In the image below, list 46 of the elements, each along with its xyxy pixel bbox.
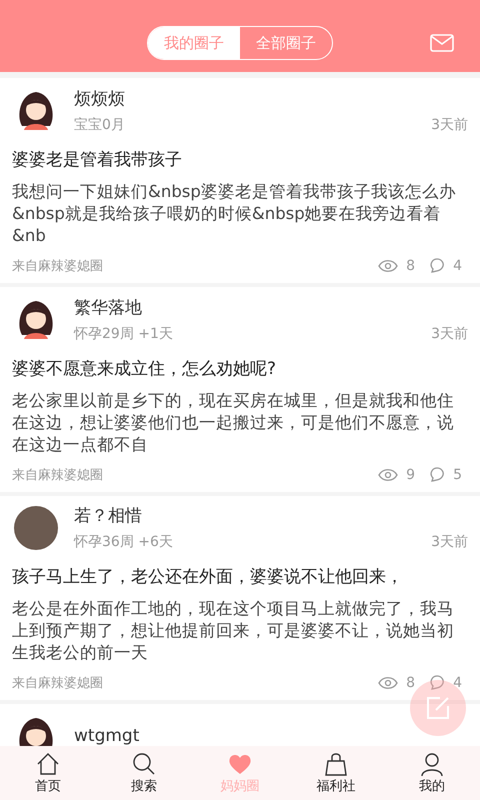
post-title: 婆婆不愿意来成立住，怎么劝她呢? (12, 358, 278, 380)
post-title: 孩子马上生了，老公还在外面，婆婆说不让他回来， (12, 566, 404, 588)
user-name: 繁华落地 (74, 296, 142, 318)
pregnancy-stage: 怀孕29周 +1天 (74, 324, 173, 342)
nav-tab[interactable]: 搜索 (96, 746, 192, 800)
post-body: 我想问一下姐妹们&nbsp婆婆老是管着我带孩子我该怎么办&nbsp就是我给孩子喂奶的时候&nbsp她要在我旁边看着&nb (12, 181, 457, 247)
post-card[interactable]: wtgmgt (0, 704, 480, 746)
user-name: 若？相惜 (74, 505, 142, 527)
user-icon (419, 751, 445, 777)
eye-icon (378, 676, 398, 690)
post-time: 3天前 (431, 324, 468, 342)
nav-tab[interactable]: 我的 (384, 746, 480, 800)
pregnancy-stage: 怀孕36周 +6天 (74, 533, 173, 551)
bag-icon (323, 751, 349, 777)
comment-icon (429, 675, 446, 691)
eye-icon (378, 259, 398, 273)
comment-count: 5 (453, 467, 462, 483)
post-title: 婆婆老是管着我带孩子 (12, 149, 183, 171)
post-source: 来自麻辣婆媳圈 (12, 675, 104, 692)
mail-icon[interactable] (430, 34, 454, 52)
post-body: 老公家里以前是乡下的，现在买房在城里，但是就我和他住在这边，想让婆婆他们也一起搬过来，可是他们不愿意，说在这边一点都不自 (12, 390, 455, 456)
post-time: 3天前 (431, 116, 468, 134)
pregnancy-stage: 宝宝0月 (74, 116, 125, 134)
comment-icon (429, 258, 446, 274)
avatar-photo (14, 506, 58, 550)
comment-count: 4 (453, 675, 462, 691)
view-count: 8 (406, 675, 416, 691)
post-card[interactable]: 繁华落地 怀孕29周 +1天 3天前 婆婆不愿意来成立住，怎么劝她呢? 老公家里以前是乡下的，现在买房在城里，但是就我和他住在这边，想让婆婆他们也一起搬过来，可是他们不愿意，说在这边一点都不自 来自麻辣婆媳圈 9 5 (0, 287, 480, 492)
post-source: 来自麻辣婆媳圈 (12, 467, 104, 484)
user-name: 烦烦烦 (74, 88, 125, 110)
nav-tab[interactable]: 福利社 (288, 746, 384, 800)
view-count: 9 (406, 467, 416, 483)
comment-icon (429, 467, 446, 483)
post-time: 3天前 (431, 533, 468, 551)
compose-icon (426, 696, 450, 720)
user-name: wtgmgt (74, 726, 140, 746)
home-icon (35, 751, 61, 777)
post-source: 来自麻辣婆媳圈 (12, 258, 104, 275)
search-icon (131, 751, 157, 777)
view-count: 8 (406, 258, 416, 274)
post-card[interactable]: 若？相惜 怀孕36周 +6天 3天前 孩子马上生了，老公还在外面，婆婆说不让他回来， 老公是在外面作工地的，现在这个项目马上就做完了，我马上到预产期了，想让他提前回来，可是婆婆不让，说她当初生我老公的前一天 来自麻辣婆媳圈 8 4 (0, 496, 480, 700)
post-body: 老公是在外面作工地的，现在这个项目马上就做完了，我马上到预产期了，想让他提前回来，可是婆婆不让，说她当初生我老公的前一天 (12, 598, 455, 664)
comment-count: 4 (453, 258, 462, 274)
nav-tab[interactable]: 首页 (0, 746, 96, 800)
post-card[interactable]: 烦烦烦 宝宝0月 3天前 婆婆老是管着我带孩子 我想问一下姐妹们&nbsp婆婆老是管着我带孩子我该怎么办&nbsp就是我给孩子喂奶的时候&nbsp她要在我旁边看着&nb 来自麻辣婆媳圈 8 4 (0, 78, 480, 283)
eye-icon (378, 468, 398, 482)
